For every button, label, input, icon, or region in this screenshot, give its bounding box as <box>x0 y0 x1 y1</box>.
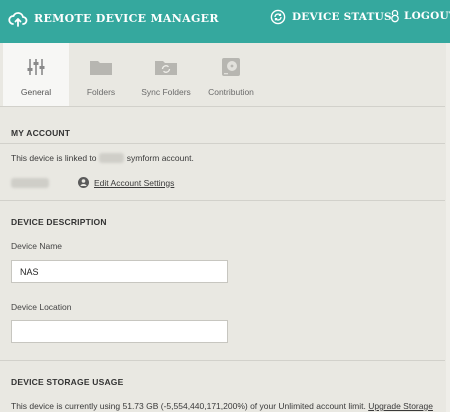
app-title: REMOTE DEVICE MANAGER <box>34 12 219 25</box>
device-description-heading: DEVICE DESCRIPTION <box>11 217 107 227</box>
tab-general-label: General <box>20 87 52 97</box>
logout-link[interactable]: LOGOUT <box>390 9 450 23</box>
tab-general[interactable]: General <box>3 43 69 107</box>
linked-suffix: symform account. <box>126 153 194 163</box>
tab-sync-folders[interactable]: Sync Folders <box>133 43 199 107</box>
edit-account-settings-link[interactable]: Edit Account Settings <box>78 177 174 188</box>
disk-icon <box>222 58 240 76</box>
cloud-sync-logo-icon <box>8 12 28 27</box>
linked-prefix: This device is linked to <box>11 153 97 163</box>
device-name-input[interactable] <box>11 260 228 283</box>
device-location-label: Device Location <box>11 302 72 312</box>
device-status-link[interactable]: DEVICE STATUS <box>270 9 392 25</box>
section-rule <box>0 143 445 144</box>
device-location-input[interactable] <box>11 320 228 343</box>
scrollbar-track[interactable] <box>446 43 450 412</box>
tab-folders[interactable]: Folders <box>69 43 133 107</box>
edit-account-settings-label: Edit Account Settings <box>94 177 175 188</box>
account-link-text: This device is linked to xxxxxx symform … <box>11 153 194 163</box>
tab-sync-folders-label: Sync Folders <box>141 87 191 97</box>
linked-account-name-redacted: xxxxxx <box>98 153 125 163</box>
lock-icon <box>391 9 399 23</box>
tab-bar: General Folders Sync Folders Contributio… <box>0 43 450 107</box>
sync-folder-icon <box>155 61 177 75</box>
section-rule <box>0 360 445 361</box>
status-sync-icon <box>270 9 286 25</box>
device-storage-heading: DEVICE STORAGE USAGE <box>11 377 124 387</box>
device-status-label: DEVICE STATUS <box>292 11 392 23</box>
tab-folders-label: Folders <box>86 87 116 97</box>
storage-usage-text: This device is currently using 51.73 GB … <box>11 401 433 411</box>
folder-icon <box>90 61 112 75</box>
tab-contribution-label: Contribution <box>208 87 254 97</box>
device-name-label: Device Name <box>11 241 63 251</box>
section-rule <box>0 200 445 201</box>
logout-label: LOGOUT <box>404 10 450 22</box>
user-email-redacted: xxxxxxxxx <box>11 178 50 188</box>
app-header: REMOTE DEVICE MANAGER DEVICE STATUS LOGO… <box>0 0 450 43</box>
tab-contribution[interactable]: Contribution <box>199 43 263 107</box>
user-icon <box>78 177 89 188</box>
upgrade-storage-link[interactable]: Upgrade Storage <box>368 401 433 411</box>
tabs-divider <box>0 106 445 107</box>
my-account-heading: MY ACCOUNT <box>11 128 71 138</box>
storage-usage-detail: This device is currently using 51.73 GB … <box>11 401 366 411</box>
sliders-icon <box>27 59 45 75</box>
account-user: xxxxxxxxx <box>11 178 50 188</box>
